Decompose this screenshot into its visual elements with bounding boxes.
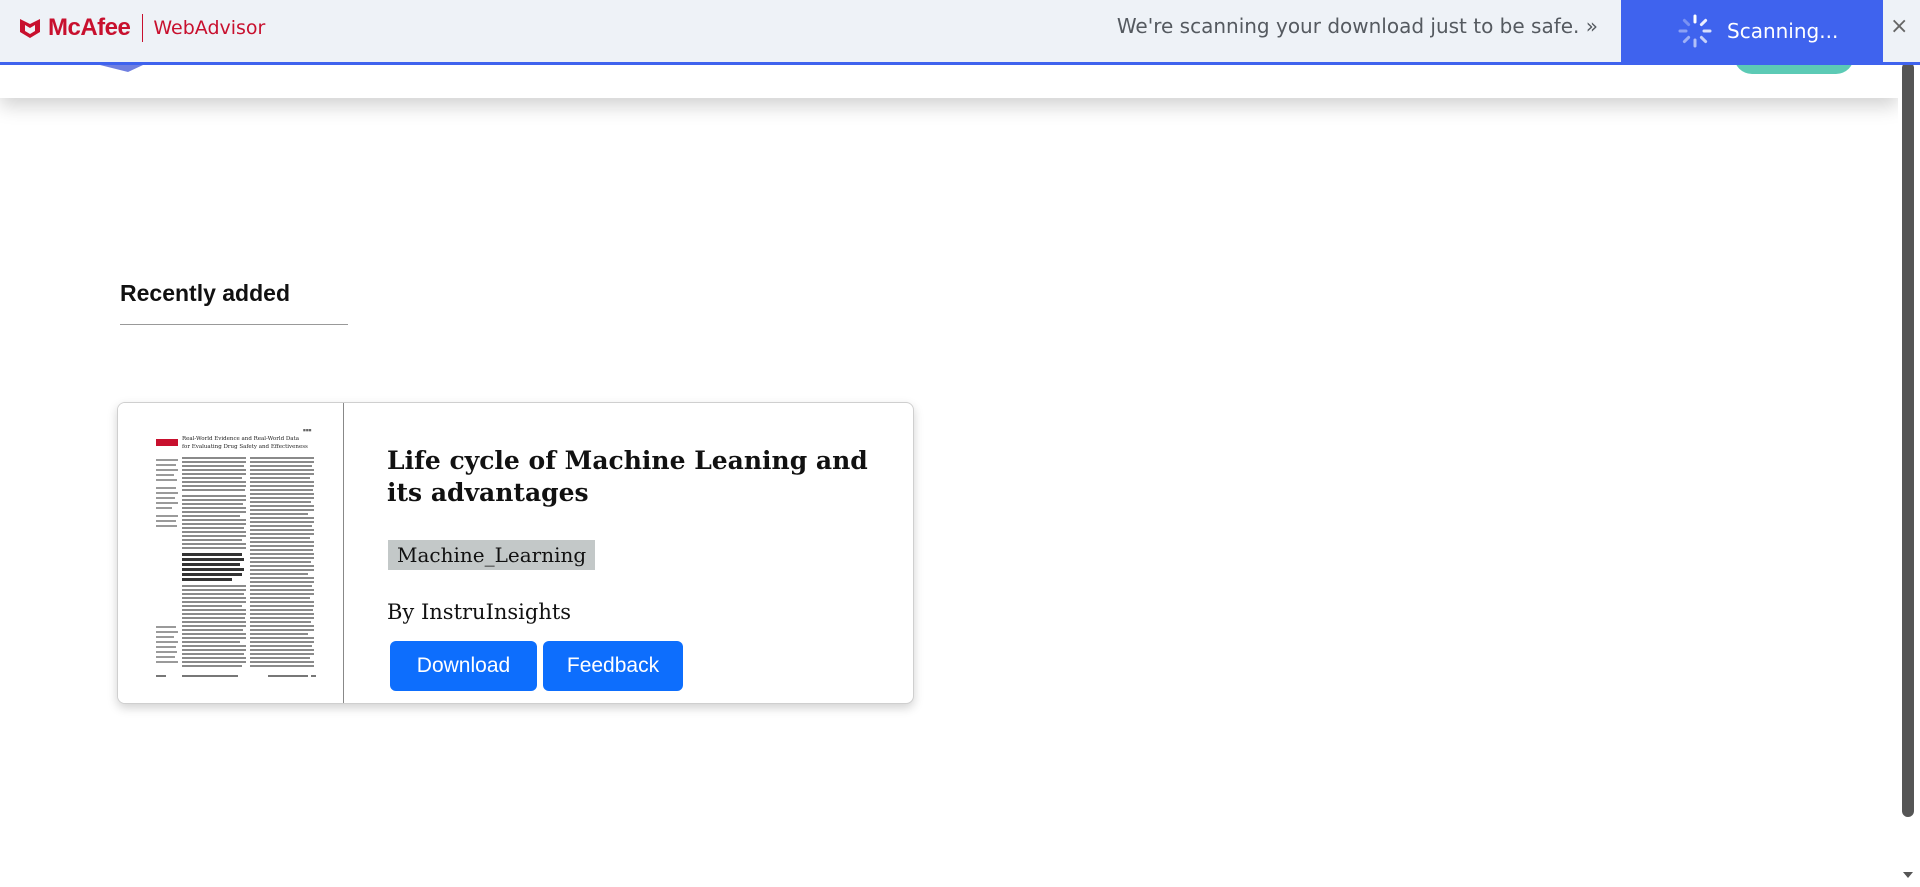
scrollbar-thumb[interactable] [1902, 62, 1914, 817]
mcafee-shield-icon [20, 19, 40, 38]
mcafee-brand: McAfee [48, 14, 131, 41]
close-icon[interactable]: × [1890, 14, 1908, 39]
document-card: Real-World Evidence and Real-World Data … [117, 402, 914, 704]
download-button[interactable]: Download [390, 641, 537, 691]
svg-text:■■■: ■■■ [303, 428, 312, 432]
brand-divider [142, 14, 144, 42]
spinner-icon [1678, 14, 1712, 48]
document-page-preview: Real-World Evidence and Real-World Data … [156, 428, 316, 677]
thumb-heading-1: Real-World Evidence and Real-World Data [182, 436, 300, 442]
webadvisor-bar: McAfee WebAdvisor We're scanning your do… [0, 0, 1920, 65]
section-title: Recently added [120, 280, 290, 306]
document-author: By InstruInsights [387, 600, 572, 624]
document-thumbnail[interactable]: Real-World Evidence and Real-World Data … [118, 403, 344, 703]
thumb-heading-2: for Evaluating Drug Safety and Effective… [182, 444, 308, 450]
scanning-label: Scanning... [1727, 19, 1839, 43]
section-divider [120, 324, 348, 325]
mcafee-logo: McAfee WebAdvisor [18, 12, 265, 44]
feedback-button[interactable]: Feedback [543, 641, 683, 691]
document-title[interactable]: Life cycle of Machine Leaning and its ad… [387, 445, 887, 509]
scan-message-link[interactable]: We're scanning your download just to be … [1117, 14, 1598, 38]
webadvisor-product-name: WebAdvisor [153, 17, 266, 39]
scroll-down-arrow-icon[interactable] [1903, 872, 1913, 878]
category-tag[interactable]: Machine_Learning [388, 540, 596, 570]
scanning-status: Scanning... [1621, 0, 1883, 62]
